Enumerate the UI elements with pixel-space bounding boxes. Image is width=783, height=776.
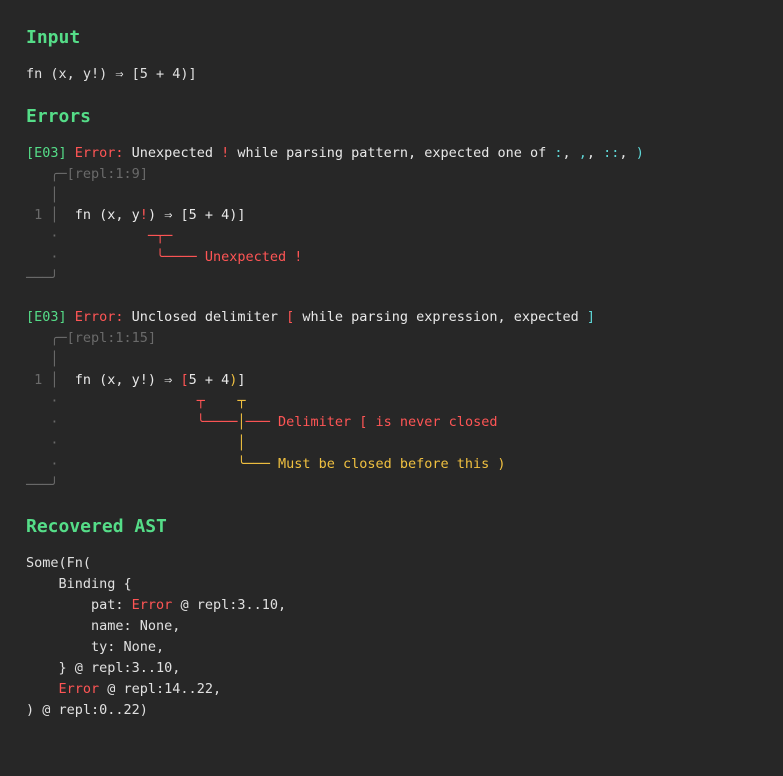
gutter: ╭─[ — [26, 330, 75, 346]
error-block-1: [E03] Error: Unexpected ! while parsing … — [26, 143, 757, 289]
bracket-icon: [ — [180, 372, 188, 388]
pad — [59, 456, 238, 472]
ast-error-token: Error — [59, 681, 100, 697]
input-heading: Input — [26, 24, 757, 52]
gutter-corner: ───╯ — [26, 270, 59, 286]
gutter: · — [26, 414, 59, 430]
underline: ─┬─ — [59, 228, 173, 244]
ast-line — [26, 681, 59, 697]
error-code: [E03] — [26, 145, 67, 161]
ast-line: @ repl:3..10, — [172, 597, 286, 613]
caret-line: ╰──── Unexpected — [59, 249, 295, 265]
gutter: ╭─[ — [26, 166, 75, 182]
errors-heading: Errors — [26, 103, 757, 131]
error-msg: while parsing expression, expected — [294, 309, 587, 325]
sep: , — [587, 145, 603, 161]
gutter: · — [26, 249, 59, 265]
error-label: Error: — [67, 145, 124, 161]
caret-line: ╰──── — [59, 414, 238, 430]
expected-token: , — [579, 145, 587, 161]
gutter: · — [26, 456, 59, 472]
pad — [59, 435, 238, 451]
error-msg: while parsing pattern, expected one of — [229, 145, 554, 161]
paren-icon: ) — [497, 456, 505, 472]
error-label: Error: — [67, 309, 124, 325]
sep: , — [619, 145, 635, 161]
gutter: ] — [148, 330, 156, 346]
underline: ┬ — [59, 393, 205, 409]
caret-msg: is never closed — [367, 414, 497, 430]
expected-token: ] — [587, 309, 595, 325]
error-msg: Unexpected — [124, 145, 222, 161]
gutter: · — [26, 435, 59, 451]
location: repl:1:9 — [75, 166, 140, 182]
ast-line: @ repl:14..22, — [99, 681, 221, 697]
input-code: fn (x, y!) ⇒ [5 + 4)] — [26, 64, 757, 85]
gutter: ] — [140, 166, 148, 182]
gutter: · — [26, 393, 59, 409]
underline: ┬ — [205, 393, 246, 409]
ast-block: Some(Fn( Binding { pat: Error @ repl:3..… — [26, 553, 757, 720]
gutter-corner: ───╯ — [26, 477, 59, 493]
bang-icon: ! — [221, 145, 229, 161]
code-line: ] — [237, 372, 245, 388]
gutter: │ — [26, 187, 59, 203]
ast-line: Binding { — [26, 576, 132, 592]
ast-line: pat: — [26, 597, 132, 613]
ast-line: Some(Fn( — [26, 555, 91, 571]
error-code: [E03] — [26, 309, 67, 325]
error-block-2: [E03] Error: Unclosed delimiter [ while … — [26, 307, 757, 495]
gutter: │ — [26, 351, 59, 367]
ast-line: ) @ repl:0..22) — [26, 702, 148, 718]
caret-line: │ — [237, 435, 245, 451]
ast-error-token: Error — [132, 597, 173, 613]
gutter-linenum: 1 │ — [26, 372, 59, 388]
ast-line: name: None, — [26, 618, 180, 634]
caret-msg: ─── Delimiter — [245, 414, 359, 430]
code-line: fn (x, y — [59, 207, 140, 223]
ast-line: ty: None, — [26, 639, 164, 655]
error-msg: Unclosed delimiter — [124, 309, 287, 325]
location: repl:1:15 — [75, 330, 148, 346]
expected-token: :: — [603, 145, 619, 161]
code-line: fn (x, y!) ⇒ — [59, 372, 181, 388]
code-line: 5 + 4 — [189, 372, 230, 388]
bang-icon: ! — [140, 207, 148, 223]
gutter-linenum: 1 │ — [26, 207, 59, 223]
code-line: ) ⇒ [5 + 4)] — [148, 207, 246, 223]
sep: , — [562, 145, 578, 161]
caret-msg: Must be closed before this — [278, 456, 497, 472]
ast-line: } @ repl:3..10, — [26, 660, 180, 676]
caret-line: ╰─── — [237, 456, 278, 472]
ast-heading: Recovered AST — [26, 513, 757, 541]
gutter: · — [26, 228, 59, 244]
expected-token: ) — [636, 145, 644, 161]
bang-icon: ! — [294, 249, 302, 265]
